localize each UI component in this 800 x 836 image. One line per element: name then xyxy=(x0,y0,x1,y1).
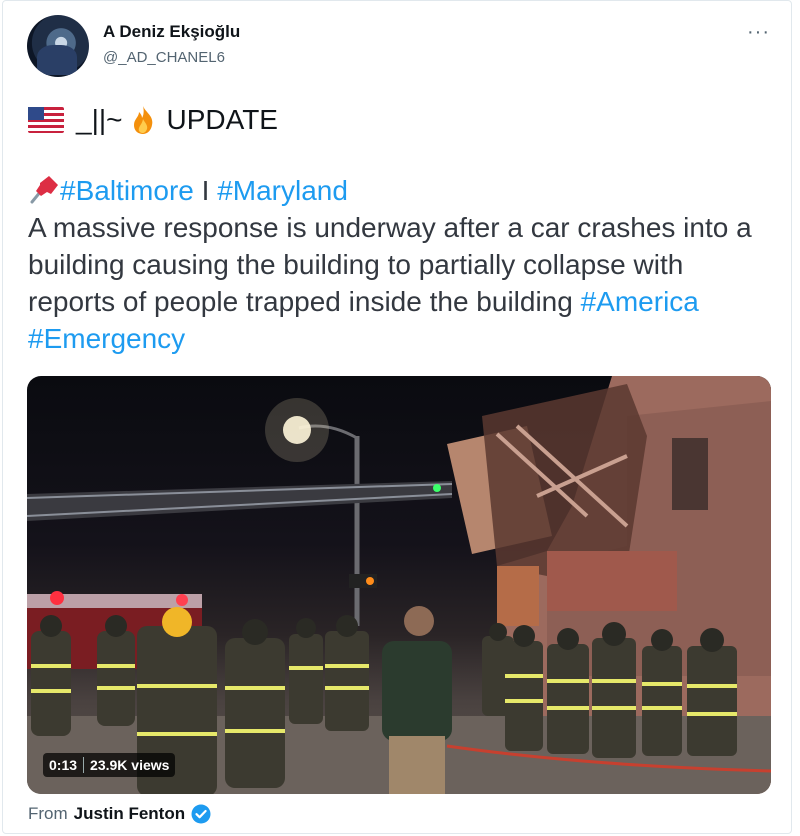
prefix-text: _||~ xyxy=(76,104,123,135)
us-flag-icon xyxy=(28,107,64,133)
tweet-card: A Deniz Ekşioğlu @_AD_CHANEL6 ··· _||~ U… xyxy=(2,0,792,834)
fire-icon xyxy=(130,105,156,135)
video-thumbnail xyxy=(27,376,771,794)
hashtag-emergency[interactable]: #Emergency xyxy=(28,323,185,354)
tweet-first-line: _||~ UPDATE xyxy=(28,104,278,136)
verified-badge-icon xyxy=(191,804,211,824)
video-stats-badge: 0:13 23.9K views xyxy=(43,753,176,777)
video-views: 23.9K views xyxy=(90,757,170,773)
source-attribution: From Justin Fenton xyxy=(28,804,211,824)
avatar[interactable] xyxy=(27,15,89,77)
separator-text: I xyxy=(201,175,210,206)
display-name[interactable]: A Deniz Ekşioğlu xyxy=(103,22,240,42)
tweet-body: #Baltimore I #Maryland A massive respons… xyxy=(28,172,768,357)
from-label: From xyxy=(28,804,68,823)
hashtag-america[interactable]: #America xyxy=(581,286,699,317)
video-duration: 0:13 xyxy=(49,757,78,773)
hashtag-baltimore[interactable]: #Baltimore xyxy=(60,175,194,206)
hashtag-maryland[interactable]: #Maryland xyxy=(217,175,348,206)
source-name[interactable]: Justin Fenton xyxy=(74,804,185,824)
pushpin-icon xyxy=(28,174,60,204)
update-text: UPDATE xyxy=(166,104,278,135)
video-player[interactable] xyxy=(27,376,771,794)
user-handle[interactable]: @_AD_CHANEL6 xyxy=(103,49,225,66)
more-options-button[interactable]: ··· xyxy=(747,21,770,44)
